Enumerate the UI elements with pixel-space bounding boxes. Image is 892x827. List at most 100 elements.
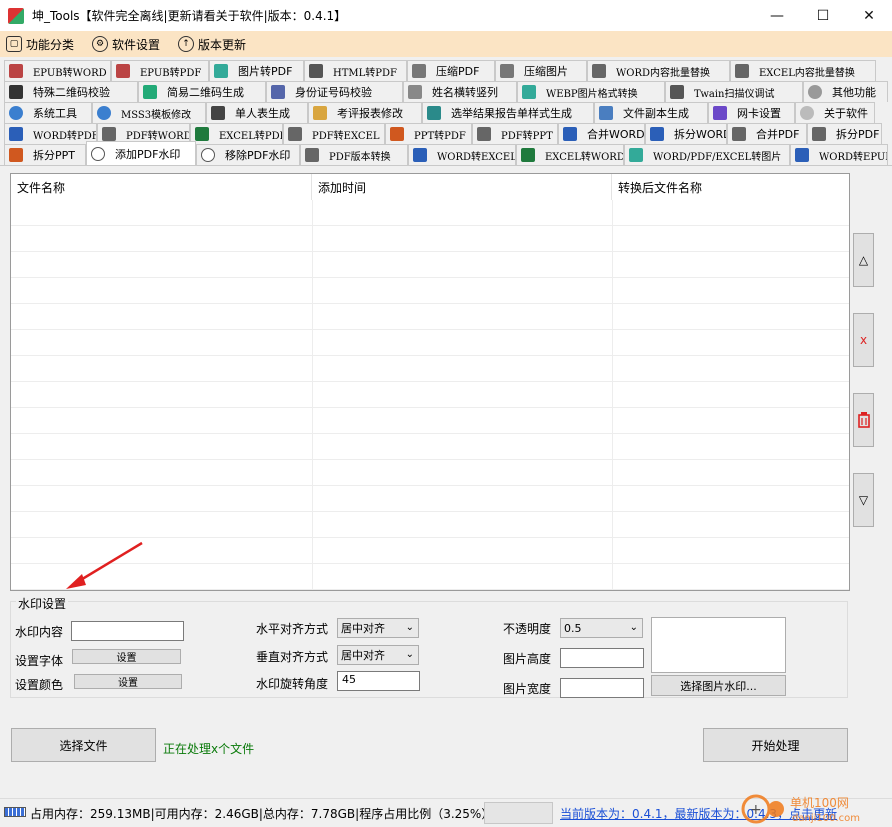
menu-label: 功能分类 [26,37,75,52]
set-font-label: 设置字体 [15,654,64,668]
tab-about[interactable]: 关于软件 [795,102,875,123]
tab-ppt-to-pdf[interactable]: PPT转PDF [385,123,472,144]
html-icon [309,64,323,78]
memory-status-text: 占用内存：259.13MB|可用内存：2.46GB|总内存：7.78GB|程序占… [30,807,494,821]
tab-html-to-pdf[interactable]: HTML转PDF [304,60,407,81]
tab-special-qr-check[interactable]: 特殊二维码校验 [4,81,138,102]
start-processing-button[interactable]: 开始处理 [703,728,848,762]
tab-split-ppt[interactable]: 拆分PPT [4,144,86,165]
close-button[interactable]: ✕ [846,0,892,31]
pdf-icon [477,127,491,141]
chevron-down-icon: ⌄ [405,622,414,633]
tab-excel-batch-replace[interactable]: EXCEL内容批量替换 [730,60,876,81]
tab-word-to-epub[interactable]: WORD转EPUB [790,144,888,165]
tab-office-to-image[interactable]: WORD/PDF/EXCEL转图片 [624,144,790,165]
tab-split-word[interactable]: 拆分WORD [645,123,727,144]
rotation-input[interactable]: 45 [337,671,420,691]
select-file-button[interactable]: 选择文件 [11,728,156,762]
column-header-converted-name[interactable]: 转换后文件名称 [612,174,849,200]
watermark-image-preview [651,617,786,673]
report-icon [427,106,441,120]
tab-excel-to-word[interactable]: EXCEL转WORD [516,144,624,165]
word-icon [563,127,577,141]
id-card-icon [271,85,285,99]
tab-webp-convert[interactable]: WEBP图片格式转换 [517,81,665,102]
tab-epub-to-pdf[interactable]: EPUB转PDF [111,60,209,81]
tab-image-to-pdf[interactable]: 图片转PDF [209,60,304,81]
tab-compress-image[interactable]: 压缩图片 [495,60,587,81]
pdf-icon [102,127,116,141]
pdf-icon [812,127,826,141]
tab-election-report[interactable]: 选举结果报告单样式生成 [422,102,594,123]
tab-excel-to-pdf[interactable]: EXCEL转PDF [190,123,283,144]
opacity-select[interactable]: 0.5 ⌄ [560,618,643,638]
menu-version-update[interactable]: ↑ 版本更新 [178,36,246,53]
copy-icon [599,106,613,120]
minimize-button[interactable]: — [754,0,800,31]
tab-evaluation-report[interactable]: 考评报表修改 [308,102,422,123]
image-height-input[interactable] [560,648,644,668]
tab-remove-pdf-watermark[interactable]: 移除PDF水印 [196,144,300,165]
tab-add-pdf-watermark[interactable]: 添加PDF水印 [86,141,196,165]
image-width-input[interactable] [560,678,644,698]
opacity-value: 0.5 [564,621,582,635]
tab-word-batch-replace[interactable]: WORD内容批量替换 [587,60,730,81]
form-icon [211,106,225,120]
image-icon [214,64,228,78]
tab-single-form[interactable]: 单人表生成 [206,102,308,123]
v-align-select[interactable]: 居中对齐 ⌄ [337,645,419,665]
tab-merge-word[interactable]: 合并WORD [558,123,645,144]
tab-system-tools[interactable]: 系统工具 [4,102,92,123]
tab-split-pdf[interactable]: 拆分PDF [807,123,882,144]
move-down-button[interactable]: ▽ [853,473,874,527]
tab-pdf-to-ppt[interactable]: PDF转PPT [472,123,558,144]
column-header-added-time[interactable]: 添加时间 [312,174,612,200]
svg-text:+: + [750,802,762,818]
opacity-label: 不透明度 [503,622,552,636]
set-color-button[interactable]: 设置 [74,674,182,689]
file-icon [9,64,23,78]
clear-icon [857,412,870,428]
select-image-watermark-button[interactable]: 选择图片水印... [651,675,786,696]
memory-icon [4,807,26,817]
tab-word-to-pdf[interactable]: WORD转PDF [4,123,97,144]
tab-merge-pdf[interactable]: 合并PDF [727,123,807,144]
tab-id-number-check[interactable]: 身份证号码校验 [266,81,403,102]
tab-mss3-template[interactable]: MSS3模板修改 [92,102,206,123]
watermark-content-input[interactable] [71,621,184,641]
file-table[interactable]: 文件名称 添加时间 转换后文件名称 [10,173,850,591]
clear-list-button[interactable] [853,393,874,447]
tab-pdf-to-excel[interactable]: PDF转EXCEL [283,123,385,144]
tab-compress-pdf[interactable]: 压缩PDF [407,60,495,81]
qr-icon [143,85,157,99]
table-body[interactable] [11,200,849,590]
tab-name-horizontal-to-vertical[interactable]: 姓名横转竖列 [403,81,517,102]
tab-file-copy[interactable]: 文件副本生成 [594,102,708,123]
column-header-file-name[interactable]: 文件名称 [11,174,312,200]
menu-bar: ▢ 功能分类 ⚙ 软件设置 ↑ 版本更新 [0,31,892,57]
set-font-button[interactable]: 设置 [72,649,181,664]
tab-row-5: 拆分PPT 添加PDF水印 移除PDF水印 PDF版本转换 WORD转EXCEL… [4,141,888,165]
h-align-select[interactable]: 居中对齐 ⌄ [337,618,419,638]
status-progress-field [484,802,553,824]
watermark-icon [91,146,105,161]
column-divider [612,200,613,590]
up-arrow-icon: ↑ [178,36,195,52]
tab-epub-to-word[interactable]: EPUB转WORD [4,60,111,81]
maximize-button[interactable]: ☐ [800,0,846,31]
file-icon [116,64,130,78]
menu-software-settings[interactable]: ⚙ 软件设置 [92,36,160,53]
v-align-value: 居中对齐 [341,649,385,662]
menu-function-category[interactable]: ▢ 功能分类 [6,36,74,53]
app-icon [8,7,24,24]
tab-simple-qr-generate[interactable]: 简易二维码生成 [138,81,266,102]
tab-pdf-version-convert[interactable]: PDF版本转换 [300,144,408,165]
doc-icon [592,64,606,78]
tab-other-functions[interactable]: 其他功能 [803,81,888,102]
delete-button[interactable]: x [853,313,874,367]
tab-twain-scanner[interactable]: Twain扫描仪调试 [665,81,803,102]
tab-network-settings[interactable]: 网卡设置 [708,102,795,123]
tab-word-to-excel[interactable]: WORD转EXCEL [408,144,516,165]
move-up-button[interactable]: △ [853,233,874,287]
tab-row-3: 系统工具 MSS3模板修改 单人表生成 考评报表修改 选举结果报告单样式生成 文… [4,102,875,123]
